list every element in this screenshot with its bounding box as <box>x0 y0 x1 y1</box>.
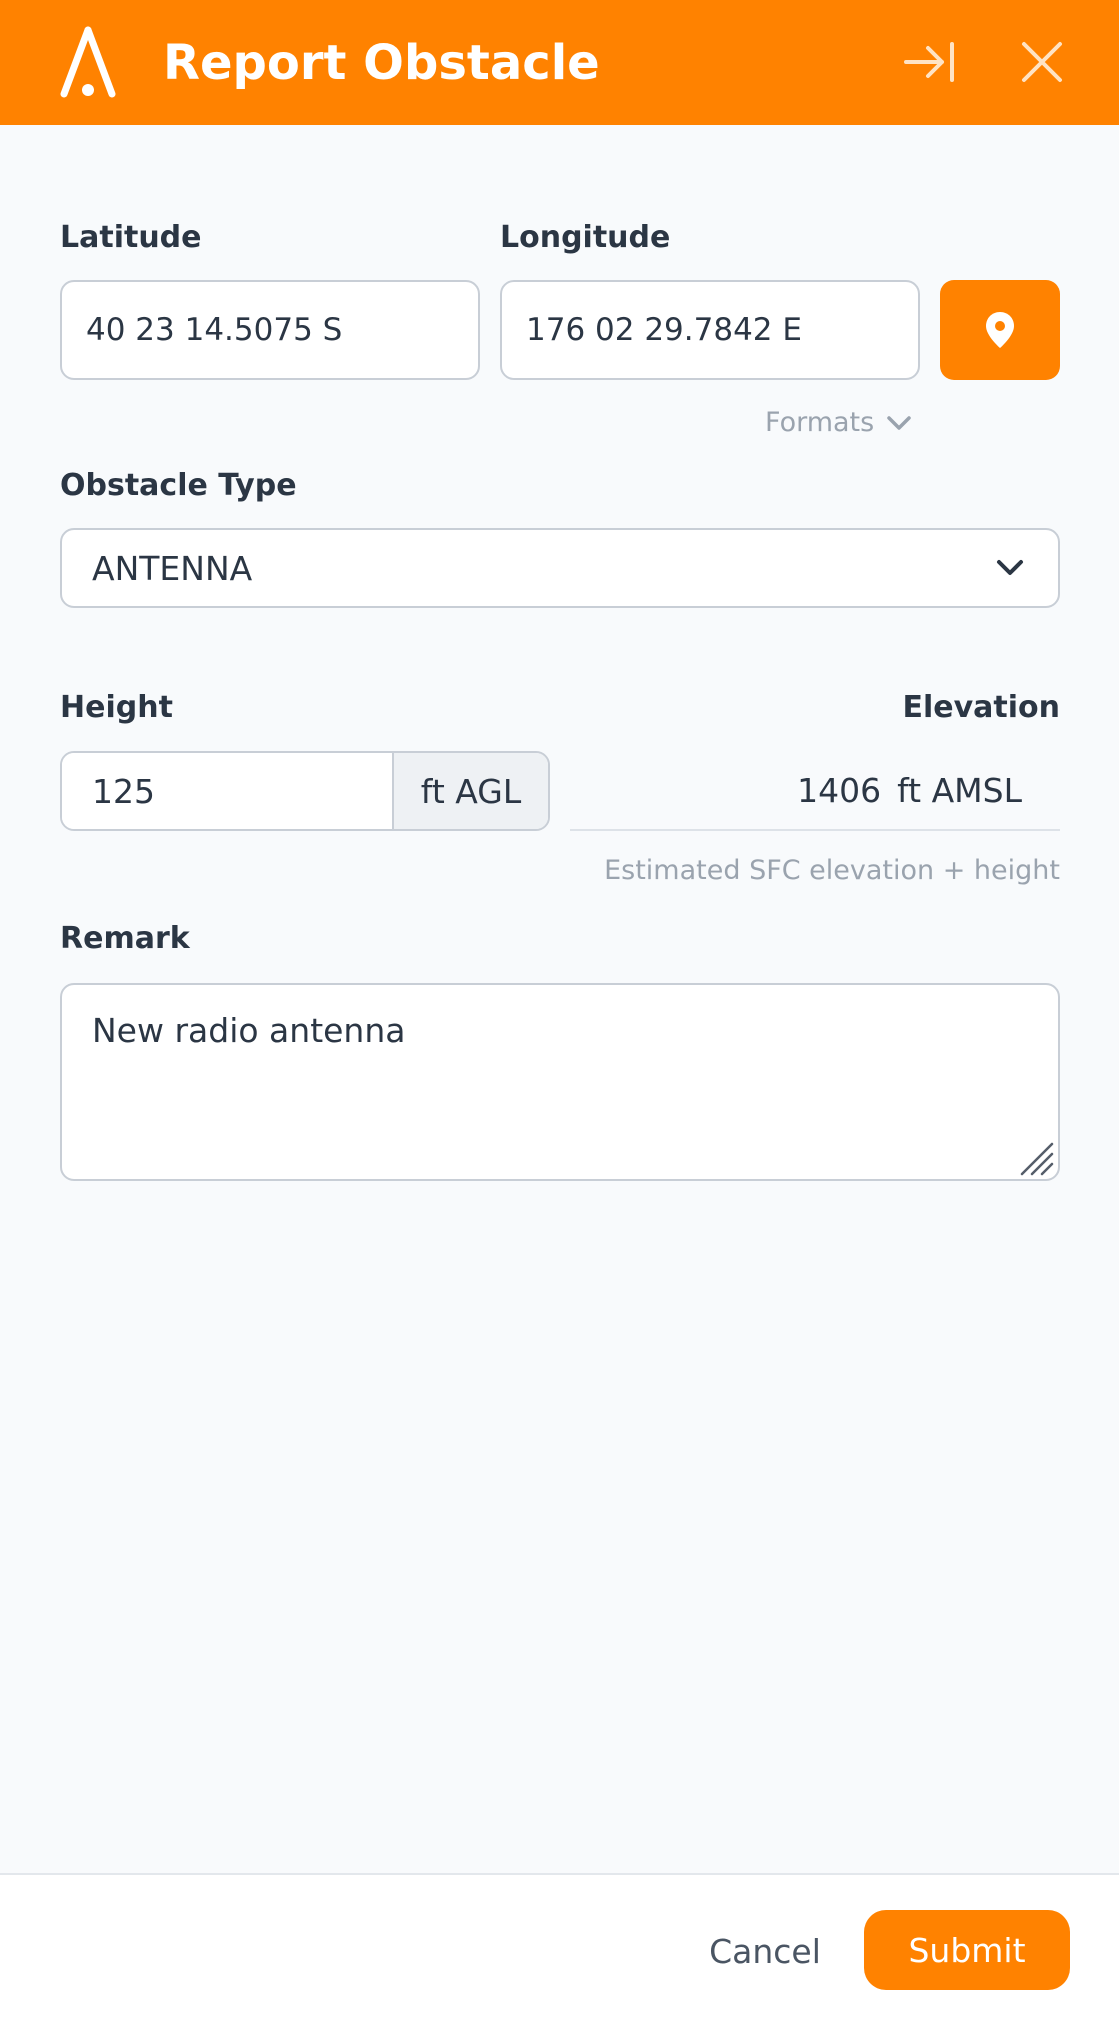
aero-logo-icon <box>60 26 116 98</box>
panel-header: Report Obstacle <box>0 0 1119 125</box>
elevation-hint: Estimated SFC elevation + height <box>604 855 1060 886</box>
height-unit: ft AGL <box>392 753 548 829</box>
submit-button[interactable]: Submit <box>864 1910 1070 1990</box>
remark-textarea[interactable]: New radio antenna <box>60 983 1060 1181</box>
resize-grip-icon[interactable] <box>1018 1140 1054 1176</box>
obstacle-type-label: Obstacle Type <box>60 468 297 503</box>
map-pin-icon <box>986 312 1014 348</box>
elevation-label: Elevation <box>902 690 1060 725</box>
chevron-down-icon <box>887 416 911 430</box>
page-title: Report Obstacle <box>163 35 600 91</box>
obstacle-type-select[interactable]: ANTENNA <box>60 528 1060 608</box>
close-button[interactable] <box>1012 32 1072 92</box>
panel-footer: Cancel Submit <box>0 1873 1119 2018</box>
height-input-group: ft AGL <box>60 751 550 831</box>
arrow-right-to-bar-icon <box>904 42 954 82</box>
height-input[interactable] <box>62 753 392 829</box>
formats-label: Formats <box>765 407 875 438</box>
remark-label: Remark <box>60 921 190 956</box>
latitude-input[interactable] <box>60 280 480 380</box>
elevation-readout: 1406 ft AMSL <box>570 751 1060 831</box>
latitude-label: Latitude <box>60 220 202 255</box>
elevation-value: 1406 <box>797 770 882 810</box>
height-label: Height <box>60 690 173 725</box>
locate-button[interactable] <box>940 280 1060 380</box>
longitude-label: Longitude <box>500 220 671 255</box>
collapse-panel-button[interactable] <box>900 32 960 92</box>
chevron-down-icon <box>997 560 1023 575</box>
formats-toggle[interactable]: Formats <box>765 405 912 441</box>
elevation-unit: ft AMSL <box>897 770 1022 810</box>
cancel-button[interactable]: Cancel <box>690 1911 840 1991</box>
longitude-input[interactable] <box>500 280 920 380</box>
close-icon <box>1022 42 1062 82</box>
obstacle-type-value: ANTENNA <box>92 548 253 588</box>
